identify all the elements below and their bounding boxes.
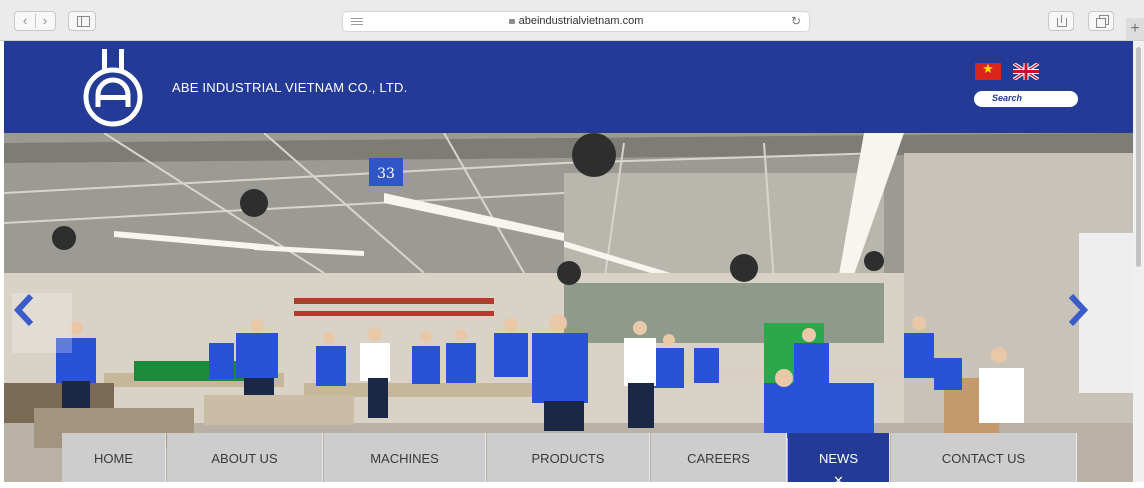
url-label: abeindustrialvietnam.com — [518, 15, 644, 27]
back-button[interactable]: ‹ — [15, 12, 35, 30]
address-bar[interactable]: abeindustrialvietnam.com ↻ — [342, 11, 810, 32]
nav-item-about-us[interactable]: ABOUT US — [167, 433, 323, 482]
scrollbar-thumb[interactable] — [1136, 47, 1141, 267]
main-navigation: HOME ABOUT US MACHINES PRODUCTS CAREERS … — [0, 433, 1144, 488]
uk-flag-icon[interactable] — [1013, 63, 1039, 80]
active-marker-icon: ✕ — [833, 473, 844, 488]
reload-icon[interactable]: ↻ — [791, 14, 801, 28]
share-icon — [1057, 18, 1067, 27]
nav-item-products[interactable]: PRODUCTS — [487, 433, 650, 482]
factory-photo: 33 — [4, 133, 1133, 482]
nav-item-contact-us[interactable]: CONTACT US — [891, 433, 1077, 482]
hall-number-sign: 33 — [377, 166, 395, 182]
tabs-overview-button[interactable] — [1088, 11, 1114, 31]
page-scrollbar[interactable] — [1133, 41, 1144, 482]
company-logo[interactable] — [82, 49, 144, 127]
url-text: abeindustrialvietnam.com — [343, 15, 809, 27]
search-input[interactable]: Search — [974, 91, 1078, 107]
divider — [35, 14, 36, 28]
forward-button[interactable]: › — [35, 12, 55, 30]
nav-item-careers[interactable]: CAREERS — [651, 433, 787, 482]
carousel-prev-button[interactable] — [12, 293, 72, 353]
hero-banner: 33 — [4, 133, 1133, 482]
browser-toolbar: ‹ › abeindustrialvietnam.com ↻ + — [0, 0, 1144, 41]
nav-item-machines[interactable]: MACHINES — [324, 433, 486, 482]
sidebar-icon — [77, 16, 90, 27]
chevron-right-icon — [1068, 293, 1089, 327]
nav-item-home[interactable]: HOME — [62, 433, 166, 482]
chevron-left-icon — [13, 293, 34, 327]
nav-item-news[interactable]: NEWS ✕ — [788, 433, 890, 488]
history-nav: ‹ › — [14, 11, 56, 31]
new-tab-button[interactable]: + — [1126, 18, 1144, 40]
company-name: ABE INDUSTRIAL VIETNAM CO., LTD. — [172, 80, 408, 95]
lock-icon — [508, 19, 515, 24]
share-button[interactable] — [1048, 11, 1074, 31]
site-header: ABE INDUSTRIAL VIETNAM CO., LTD. ★ Searc… — [4, 41, 1133, 133]
nav-news-label: NEWS — [819, 451, 858, 466]
carousel-next-button[interactable] — [1066, 293, 1126, 353]
vietnamese-flag-icon[interactable]: ★ — [975, 61, 1001, 80]
search-placeholder: Search — [992, 93, 1023, 103]
sidebar-button[interactable] — [68, 11, 96, 31]
